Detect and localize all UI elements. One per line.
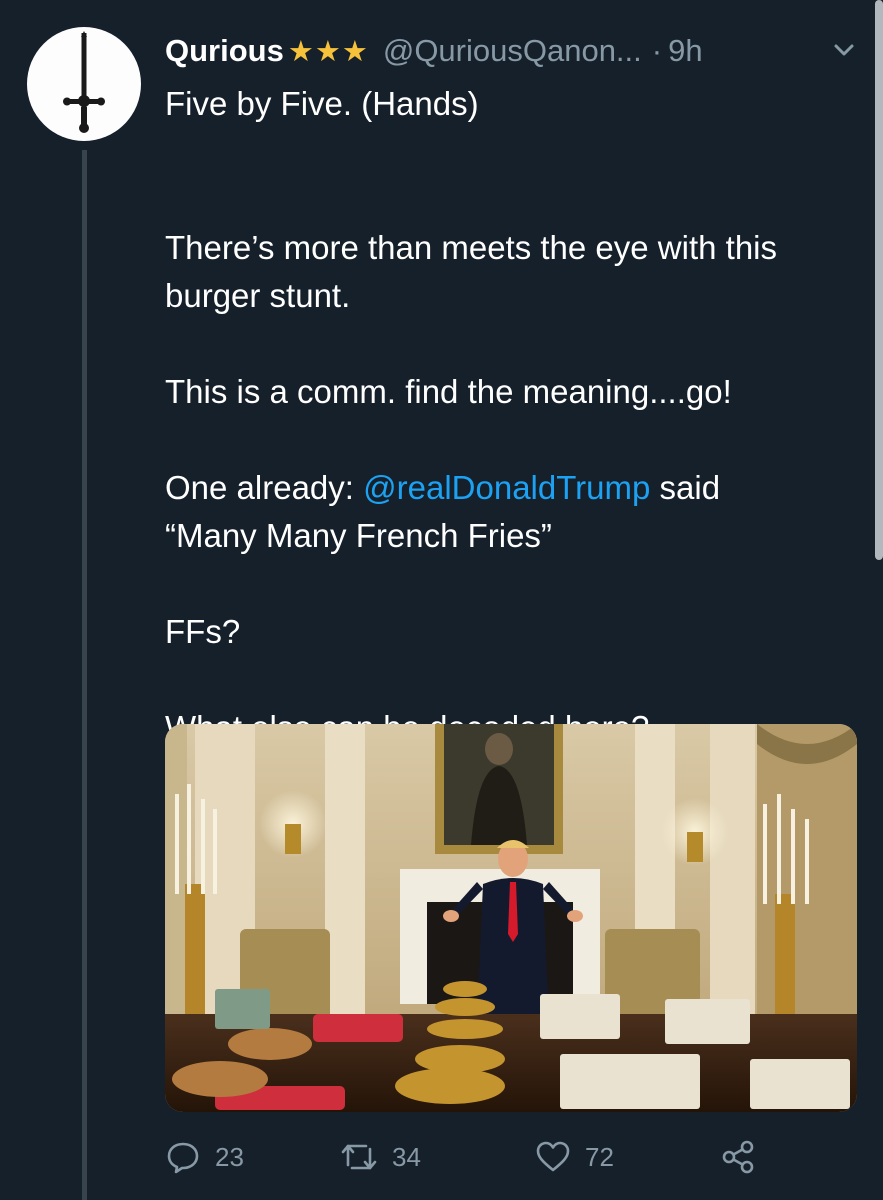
retweet-count: 34 [392,1141,421,1172]
tweet-line: This is a comm. find the meaning....go! [165,373,732,410]
retweet-action[interactable]: 34 [340,1135,421,1179]
share-icon [722,1140,754,1174]
photo-scene [165,724,857,1112]
tweet-line: There’s more than meets the eye with thi… [165,229,778,266]
tweet-photo[interactable] [165,724,857,1112]
thread-line [82,150,87,1200]
separator-dot: · [651,33,663,68]
tweet-line: One already: @realDonaldTrump said [165,464,865,512]
reply-count: 23 [215,1141,244,1172]
reply-action[interactable]: 23 [165,1135,244,1179]
mention-link[interactable]: @realDonaldTrump [363,469,650,506]
tweet-text: Five by Five. (Hands) There’s more than … [165,80,865,752]
tweet-line: “Many Many French Fries” [165,517,552,554]
like-action[interactable]: 72 [535,1135,614,1179]
scrollbar[interactable] [875,0,883,560]
tweet-text-segment: said [650,469,721,506]
reply-icon [167,1142,199,1174]
sword-icon [63,31,105,133]
tweet-line: Five by Five. (Hands) [165,85,479,122]
tweet-line: burger stunt. [165,277,351,314]
display-name[interactable]: Qurious [165,33,284,69]
tweet-header: Qurious ★★★ @QuriousQanon... · 9h [165,26,865,76]
like-count: 72 [585,1141,614,1172]
heart-icon [536,1141,570,1172]
share-action[interactable] [720,1135,756,1179]
tweet-actions: 23 34 72 [165,1135,865,1179]
retweet-icon [341,1144,377,1170]
star-icons: ★★★ [287,35,369,68]
timestamp[interactable]: 9h [668,33,702,69]
chevron-down-icon[interactable] [830,36,858,64]
avatar[interactable] [27,27,141,141]
tweet-line: FFs? [165,613,241,650]
tweet-text-segment: One already: [165,469,364,506]
user-handle[interactable]: @QuriousQanon... [383,33,642,69]
